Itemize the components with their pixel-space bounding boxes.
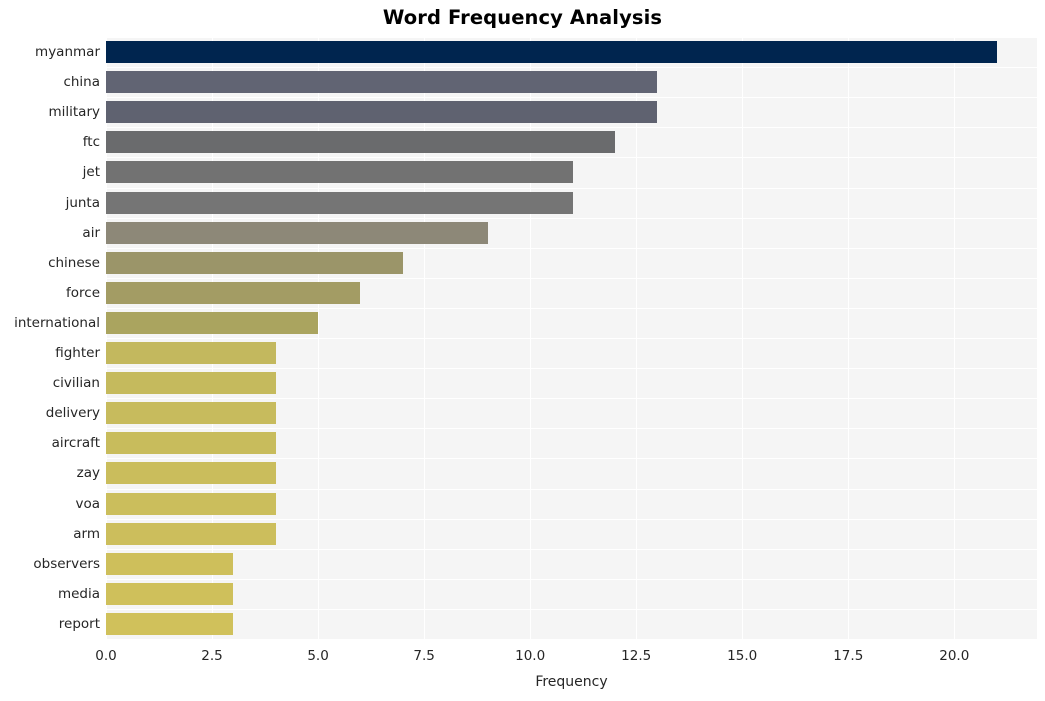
bar <box>106 612 234 635</box>
y-axis-tick-label: aircraft <box>51 435 100 452</box>
row-separator <box>106 398 1037 400</box>
y-axis-tick-label: ftc <box>82 134 100 151</box>
y-axis-tick-label: voa <box>75 495 100 512</box>
word-frequency-chart: Word Frequency Analysis myanmar china mili… <box>0 0 1045 701</box>
row-separator <box>106 307 1037 309</box>
row-separator <box>106 247 1037 249</box>
bar <box>106 131 615 154</box>
bar <box>106 402 276 425</box>
row-separator <box>106 187 1037 189</box>
y-axis-tick-label: chinese <box>48 254 100 271</box>
row-separator <box>106 368 1037 370</box>
row-separator <box>106 37 1037 38</box>
bar <box>106 191 573 214</box>
bar <box>106 492 276 515</box>
y-axis-tick-label: china <box>63 74 100 91</box>
bar <box>106 161 573 184</box>
y-axis-labels: myanmar china military ftc jet junta air chines… <box>0 37 100 639</box>
bar <box>106 462 276 485</box>
bar <box>106 251 403 274</box>
y-axis-tick-label: arm <box>73 525 100 542</box>
y-axis-tick-label: international <box>14 314 100 331</box>
bar <box>106 311 319 334</box>
x-axis-tick-label: 2.5 <box>201 648 223 664</box>
row-separator <box>106 338 1037 339</box>
row-separator <box>106 277 1037 279</box>
x-axis-tick-label: 20.0 <box>939 648 970 664</box>
chart-title: Word Frequency Analysis <box>382 6 663 29</box>
row-separator <box>106 608 1037 610</box>
bar <box>106 71 658 94</box>
x-axis-tick-label: 12.5 <box>621 648 652 664</box>
x-axis-tick-label: 0.0 <box>95 648 117 664</box>
y-axis-tick-label: report <box>58 615 100 632</box>
bar <box>106 101 658 124</box>
y-axis-tick-label: fighter <box>55 345 100 362</box>
row-separator <box>106 578 1037 580</box>
plot-area <box>106 37 1037 639</box>
y-axis-tick-label: observers <box>33 555 100 572</box>
row-separator <box>106 488 1037 490</box>
x-axis-tick-label: 10.0 <box>515 648 546 664</box>
row-separator <box>106 217 1037 219</box>
y-axis-tick-label: jet <box>82 164 100 181</box>
row-separator <box>106 428 1037 430</box>
y-axis-tick-label: junta <box>65 194 100 211</box>
y-axis-tick-label: air <box>82 224 100 241</box>
bar <box>106 281 361 304</box>
x-axis-tick-label: 5.0 <box>307 648 329 664</box>
x-axis-tick-label: 15.0 <box>727 648 758 664</box>
x-axis-tick-labels: 0.0 2.5 5.0 7.5 10.0 12.5 15.0 17.5 20.0 <box>0 648 1045 668</box>
bar <box>106 41 997 64</box>
row-separator <box>106 548 1037 550</box>
y-axis-tick-label: delivery <box>45 405 100 422</box>
y-axis-tick-label: civilian <box>52 375 100 392</box>
bar <box>106 372 276 395</box>
bar <box>106 221 488 244</box>
bar <box>106 432 276 455</box>
row-separator <box>106 67 1037 69</box>
x-axis-title: Frequency <box>535 674 608 690</box>
y-axis-tick-label: media <box>57 585 100 602</box>
bar <box>106 522 276 545</box>
bar <box>106 582 234 605</box>
row-separator <box>106 97 1037 99</box>
y-axis-tick-label: force <box>66 284 100 301</box>
row-separator <box>106 157 1037 159</box>
x-axis-tick-label: 7.5 <box>413 648 435 664</box>
y-axis-tick-label: zay <box>76 465 100 482</box>
row-separator <box>106 127 1037 129</box>
x-axis-tick-label: 17.5 <box>833 648 864 664</box>
y-axis-tick-label: myanmar <box>35 44 100 61</box>
row-separator <box>106 458 1037 460</box>
y-axis-tick-label: military <box>48 104 100 121</box>
bar <box>106 342 276 365</box>
bar <box>106 552 234 575</box>
row-separator <box>106 518 1037 520</box>
